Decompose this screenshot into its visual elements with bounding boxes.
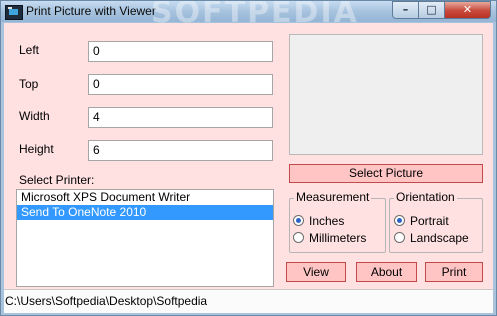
minimize-button[interactable]: – (392, 1, 419, 19)
height-input[interactable]: 6 (88, 140, 273, 161)
minimize-icon: – (402, 3, 409, 16)
close-button[interactable]: ✕ (445, 1, 491, 19)
radio-portrait-button[interactable] (394, 215, 405, 226)
select-printer-label: Select Printer: (19, 173, 95, 187)
width-label: Width (19, 109, 50, 123)
printer-list[interactable]: Microsoft XPS Document Writer Send To On… (16, 189, 274, 287)
maximize-button[interactable]: □ (419, 1, 445, 19)
radio-millimeters-button[interactable] (293, 232, 304, 243)
radio-millimeters-label: Millimeters (309, 231, 367, 245)
radio-landscape-label: Landscape (410, 231, 469, 245)
picture-preview (289, 34, 483, 155)
radio-landscape-button[interactable] (394, 232, 405, 243)
orientation-group: Orientation Portrait Landscape (389, 190, 483, 253)
radio-portrait-label: Portrait (410, 214, 449, 228)
window-title: Print Picture with Viewer (26, 4, 156, 18)
client-area: Left 0 Top 0 Width 4 Height 6 Select Pri… (4, 23, 493, 313)
maximize-icon: □ (426, 3, 437, 16)
left-label: Left (19, 43, 40, 57)
top-label: Top (19, 77, 39, 91)
app-window: Print Picture with Viewer SOFTPEDIA – □ … (0, 0, 497, 316)
width-input[interactable]: 4 (88, 107, 273, 128)
radio-inches-button[interactable] (293, 215, 304, 226)
height-label: Height (19, 142, 54, 156)
printer-item-xps[interactable]: Microsoft XPS Document Writer (17, 190, 273, 205)
orientation-title: Orientation (394, 190, 457, 204)
top-input[interactable]: 0 (88, 74, 273, 95)
left-input[interactable]: 0 (88, 41, 273, 62)
close-icon: ✕ (462, 3, 473, 16)
printer-item-onenote[interactable]: Send To OneNote 2010 (17, 205, 273, 220)
status-bar: C:\Users\Softpedia\Desktop\Softpedia (4, 289, 493, 313)
measurement-title: Measurement (294, 190, 372, 204)
select-picture-button[interactable]: Select Picture (289, 164, 483, 183)
view-button[interactable]: View (286, 262, 346, 282)
title-bar[interactable]: Print Picture with Viewer SOFTPEDIA – □ … (1, 1, 496, 30)
measurement-group: Measurement Inches Millimeters (289, 190, 386, 253)
print-button[interactable]: Print (425, 262, 483, 282)
radio-inches-label: Inches (309, 214, 345, 228)
app-icon[interactable] (5, 5, 23, 20)
status-path: C:\Users\Softpedia\Desktop\Softpedia (5, 294, 208, 308)
about-button[interactable]: About (356, 262, 417, 282)
